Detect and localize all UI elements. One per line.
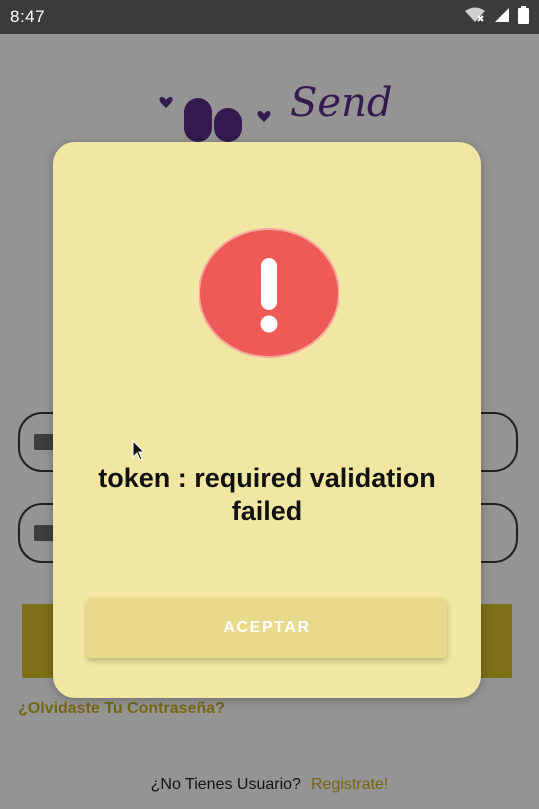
wifi-off-icon — [464, 7, 486, 28]
alert-dialog: token : required validation failed ACEPT… — [53, 142, 481, 698]
accept-button[interactable]: ACEPTAR — [87, 598, 447, 658]
alert-exclamation-icon — [198, 228, 340, 358]
mouse-cursor-icon — [132, 439, 146, 467]
status-time: 8:47 — [10, 7, 46, 26]
error-message: token : required validation failed — [98, 463, 436, 526]
status-icons — [464, 5, 529, 29]
battery-icon — [518, 5, 529, 29]
status-bar: 8:47 — [0, 0, 539, 34]
cellular-signal-icon — [494, 7, 510, 28]
